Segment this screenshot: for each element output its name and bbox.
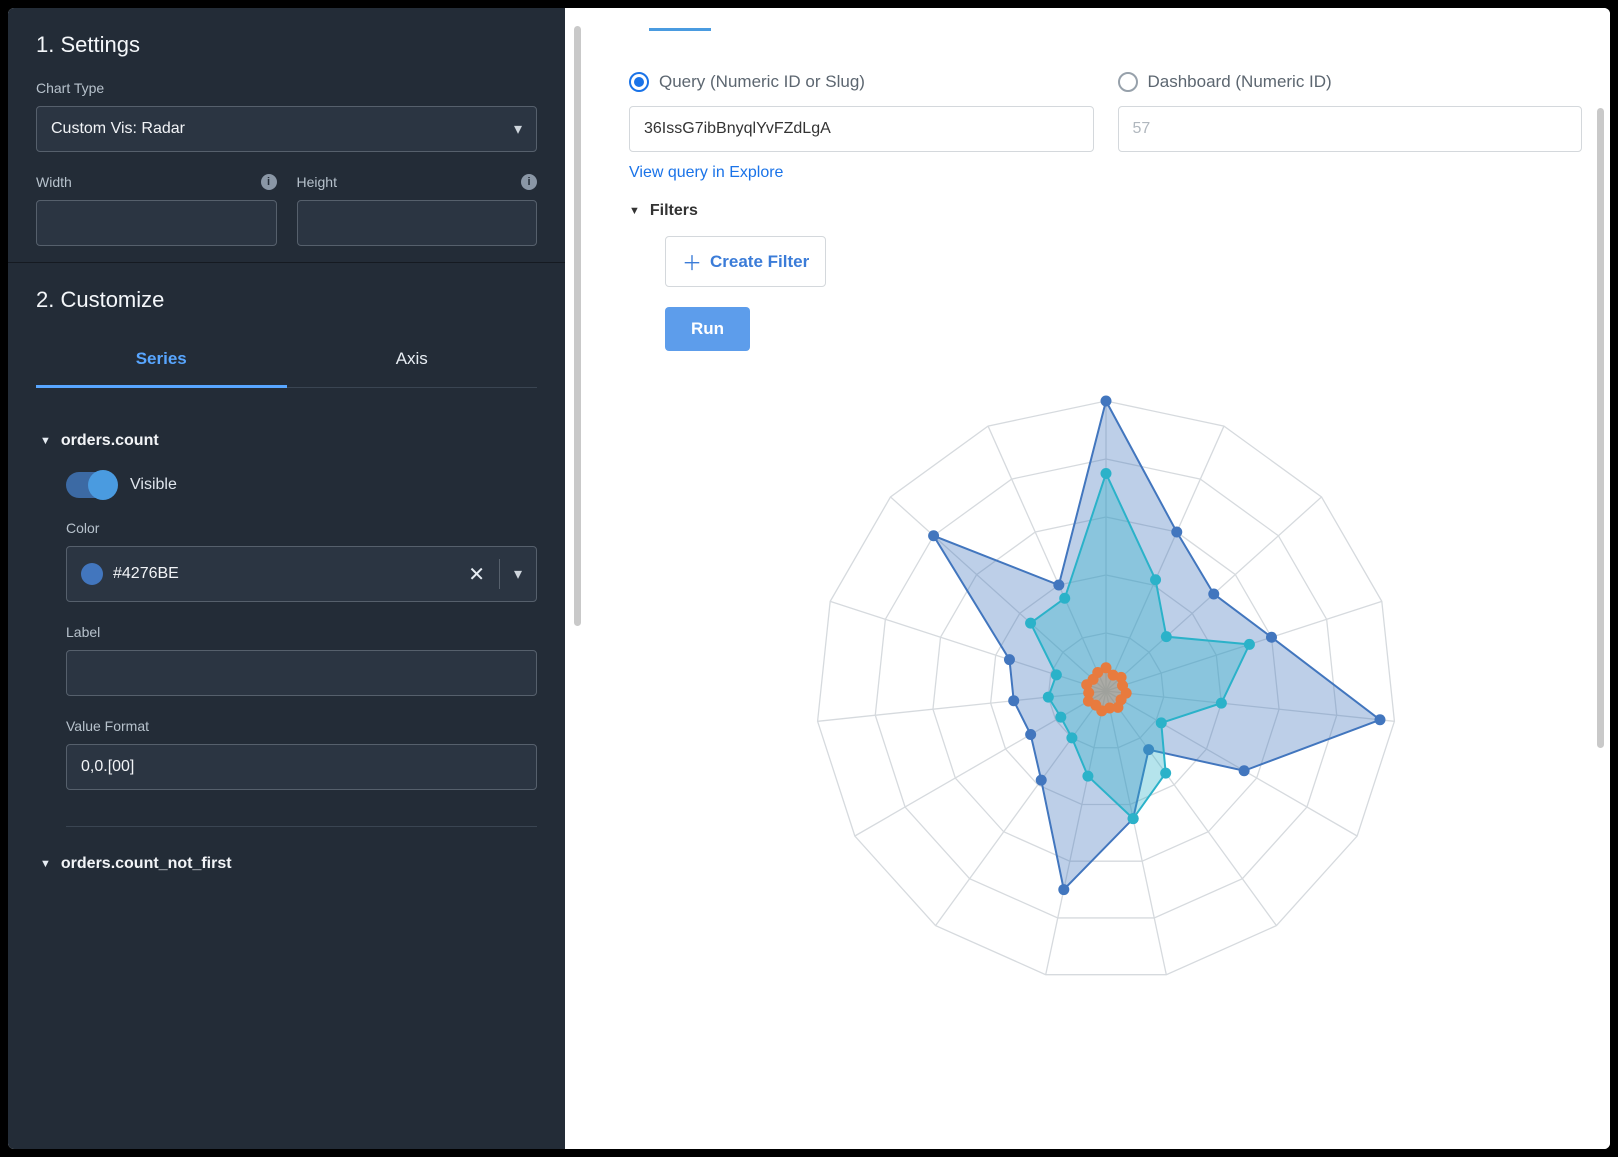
- value-format-label: Value Format: [66, 718, 537, 734]
- chevron-down-icon: ▾: [514, 119, 522, 139]
- plus-icon: ＋: [682, 247, 702, 276]
- color-swatch: [81, 563, 103, 585]
- series-header[interactable]: ▼ orders.count: [40, 432, 537, 450]
- sidebar-scrollbar[interactable]: [565, 8, 589, 1149]
- series-name: orders.count: [61, 432, 159, 450]
- series-name: orders.count_not_first: [61, 855, 232, 873]
- chart-type-label: Chart Type: [36, 80, 537, 96]
- radio-selected-icon: [629, 72, 649, 92]
- customize-section: 2. Customize Series Axis: [8, 263, 565, 388]
- visible-label: Visible: [130, 476, 177, 494]
- source-row: Query (Numeric ID or Slug) 36IssG7ibBnyq…: [629, 72, 1582, 152]
- dashboard-input[interactable]: 57: [1118, 106, 1583, 152]
- tab-axis[interactable]: Axis: [287, 335, 538, 387]
- height-label: Height: [297, 174, 337, 190]
- dashboard-radio-label: Dashboard (Numeric ID): [1148, 72, 1332, 92]
- main-scrollbar[interactable]: [1597, 108, 1604, 748]
- settings-title: 1. Settings: [36, 32, 537, 58]
- series-orders-count: ▼ orders.count Visible Color #4276BE ✕: [8, 408, 565, 831]
- filters-block: ▼ Filters ＋ Create Filter Run: [629, 202, 1582, 351]
- caret-down-icon: ▼: [629, 205, 640, 217]
- value-format-input[interactable]: 0,0.[00]: [66, 744, 537, 790]
- width-label: Width: [36, 174, 72, 190]
- chart-type-select[interactable]: Custom Vis: Radar ▾: [36, 106, 537, 152]
- radar-chart: [629, 371, 1582, 1011]
- create-filter-button[interactable]: ＋ Create Filter: [665, 236, 826, 287]
- create-filter-label: Create Filter: [710, 252, 809, 272]
- filters-label: Filters: [650, 202, 698, 220]
- chart-type-value: Custom Vis: Radar: [51, 120, 185, 138]
- query-input[interactable]: 36IssG7ibBnyqlYvFZdLgA: [629, 106, 1094, 152]
- run-button[interactable]: Run: [665, 307, 750, 351]
- customize-title: 2. Customize: [36, 287, 537, 313]
- separator: [499, 559, 500, 589]
- settings-section: 1. Settings Chart Type Custom Vis: Radar…: [8, 8, 565, 262]
- main-panel: Query (Numeric ID or Slug) 36IssG7ibBnyq…: [589, 8, 1610, 1149]
- visible-toggle[interactable]: [66, 472, 116, 498]
- color-label: Color: [66, 520, 537, 536]
- dashboard-radio-row[interactable]: Dashboard (Numeric ID): [1118, 72, 1583, 92]
- series-orders-count-not-first: ▼ orders.count_not_first: [8, 831, 565, 899]
- chevron-down-icon[interactable]: ▾: [514, 564, 522, 584]
- radio-icon: [1118, 72, 1138, 92]
- height-input[interactable]: [297, 200, 538, 246]
- query-radio-row[interactable]: Query (Numeric ID or Slug): [629, 72, 1094, 92]
- view-in-explore-link[interactable]: View query in Explore: [629, 164, 783, 182]
- customize-tabs: Series Axis: [36, 335, 537, 388]
- active-indicator: [649, 28, 711, 31]
- info-icon[interactable]: i: [521, 174, 537, 190]
- label-input[interactable]: [66, 650, 537, 696]
- width-input[interactable]: [36, 200, 277, 246]
- caret-down-icon: ▼: [40, 435, 51, 447]
- series-header[interactable]: ▼ orders.count_not_first: [40, 855, 537, 873]
- label-label: Label: [66, 624, 537, 640]
- info-icon[interactable]: i: [261, 174, 277, 190]
- color-value: #4276BE: [113, 565, 179, 583]
- caret-down-icon: ▼: [40, 858, 51, 870]
- tab-series[interactable]: Series: [36, 335, 287, 388]
- filters-header[interactable]: ▼ Filters: [629, 202, 1582, 220]
- color-select[interactable]: #4276BE ✕ ▾: [66, 546, 537, 602]
- query-radio-label: Query (Numeric ID or Slug): [659, 72, 865, 92]
- clear-icon[interactable]: ✕: [468, 562, 485, 587]
- sidebar: 1. Settings Chart Type Custom Vis: Radar…: [8, 8, 565, 1149]
